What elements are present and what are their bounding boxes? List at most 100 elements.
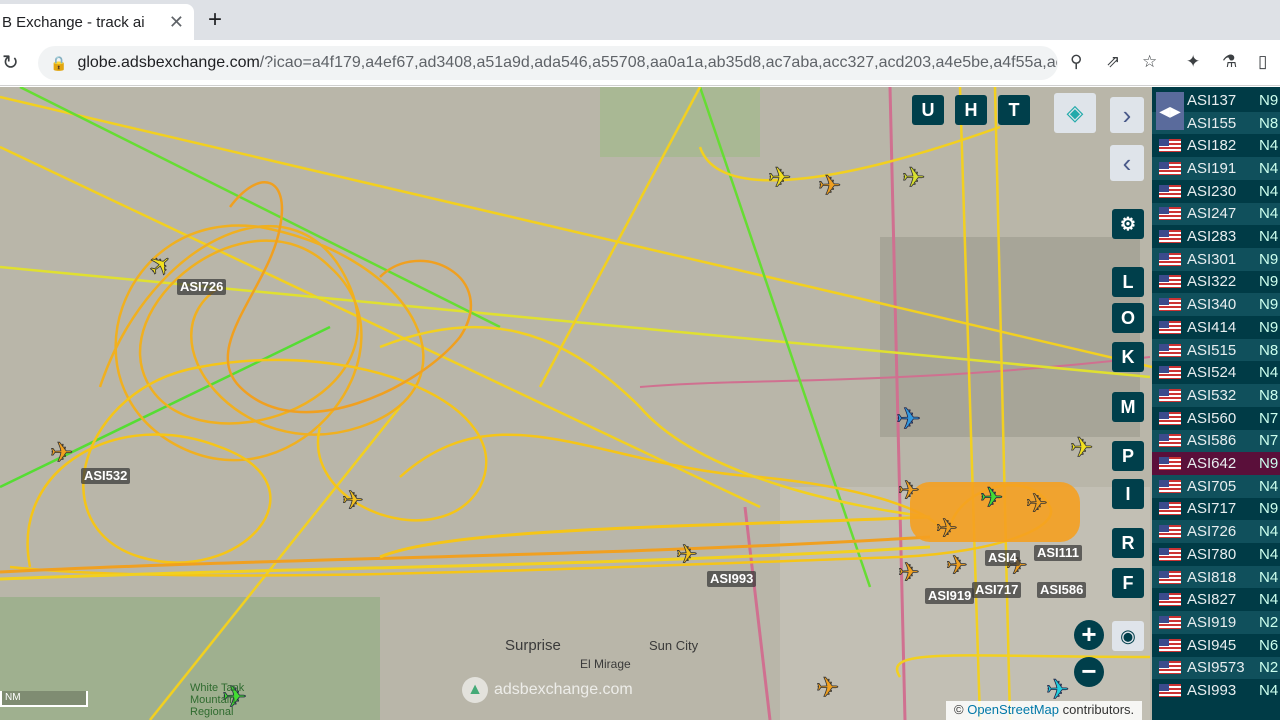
us-flag-icon	[1159, 638, 1181, 652]
registration-cell: N9	[1259, 500, 1279, 518]
aircraft-list-row[interactable]: ASI191 N4	[1152, 157, 1280, 180]
o-button[interactable]: O	[1112, 303, 1144, 333]
aircraft-list-row[interactable]: ASI532 N8	[1152, 384, 1280, 407]
reload-icon[interactable]: ↻	[2, 50, 19, 75]
expand-collapse-icon[interactable]: ◀▶	[1156, 92, 1184, 130]
aircraft-label[interactable]: ASI532	[81, 468, 131, 484]
aircraft-icon[interactable]: ✈	[1070, 432, 1094, 464]
callsign-cell: ASI515	[1187, 341, 1237, 359]
aircraft-list-row[interactable]: ASI642 N9	[1152, 452, 1280, 475]
aircraft-icon[interactable]: ✈	[818, 170, 842, 202]
aircraft-list-row[interactable]: ASI726 N4	[1152, 520, 1280, 543]
aircraft-icon[interactable]: ✈	[898, 557, 921, 588]
callsign-cell: ASI919	[1187, 613, 1237, 631]
lab-icon[interactable]: ⚗	[1222, 52, 1237, 72]
r-button[interactable]: R	[1112, 528, 1144, 558]
attribution: © OpenStreetMap contributors.	[946, 701, 1143, 720]
aircraft-list-row[interactable]: ASI515 N8	[1152, 338, 1280, 362]
aircraft-icon[interactable]: ✈	[902, 162, 926, 194]
callsign-cell: ASI191	[1187, 159, 1237, 177]
aircraft-list-row[interactable]: ASI945 N6	[1152, 634, 1280, 657]
aircraft-icon[interactable]: ✈	[676, 539, 699, 570]
sidepanel-icon[interactable]: ▯	[1258, 52, 1267, 72]
aircraft-label[interactable]: ASI586	[1037, 582, 1087, 598]
aircraft-icon[interactable]: ✈	[1026, 488, 1049, 519]
extensions-icon[interactable]: ✦	[1186, 52, 1200, 72]
aircraft-icon[interactable]: ✈	[946, 550, 969, 581]
aircraft-label[interactable]: ASI111	[1034, 545, 1082, 561]
aircraft-list-row[interactable]: ASI827 N4	[1152, 588, 1280, 611]
aircraft-list-row[interactable]: ASI340 N9	[1152, 293, 1280, 316]
location-icon[interactable]: ⚲	[1070, 52, 1082, 72]
u-button[interactable]: U	[912, 95, 944, 125]
registration-cell: N9	[1259, 318, 1279, 336]
aircraft-list-row[interactable]: ASI283 N4	[1152, 225, 1280, 248]
aircraft-icon[interactable]: ✈	[896, 403, 922, 437]
aircraft-list-row[interactable]: ASI993 N4	[1152, 679, 1280, 702]
aircraft-icon[interactable]: ✈	[980, 482, 1004, 514]
aircraft-list-row[interactable]: ASI586 N7	[1152, 429, 1280, 453]
us-flag-icon	[1159, 184, 1181, 198]
us-flag-icon	[1159, 343, 1181, 357]
layers-icon[interactable]: ◈	[1054, 93, 1096, 133]
url-input[interactable]: 🔒 globe.adsbexchange.com/?icao=a4f179,a4…	[38, 46, 1058, 80]
aircraft-list-row[interactable]: ASI717 N9	[1152, 498, 1280, 521]
us-flag-icon	[1159, 388, 1181, 402]
zoom-out-button[interactable]: −	[1074, 657, 1104, 687]
callsign-cell: ASI155	[1187, 114, 1237, 132]
aircraft-label[interactable]: ASI4	[985, 550, 1020, 566]
aircraft-list-row[interactable]: ASI524 N4	[1152, 361, 1280, 384]
registration-cell: N9	[1259, 455, 1279, 473]
share-icon[interactable]: ⇗	[1106, 52, 1120, 72]
f-button[interactable]: F	[1112, 568, 1144, 598]
aircraft-icon[interactable]: ✈	[141, 246, 180, 286]
aircraft-list-row[interactable]: ASI230 N4	[1152, 180, 1280, 203]
chevron-right-icon[interactable]: ›	[1110, 97, 1144, 133]
new-tab-button[interactable]: +	[208, 6, 222, 34]
osm-link[interactable]: OpenStreetMap	[967, 702, 1059, 717]
callsign-cell: ASI230	[1187, 182, 1237, 200]
l-button[interactable]: L	[1112, 267, 1144, 297]
aircraft-icon[interactable]: ✈	[50, 437, 74, 469]
aircraft-icon[interactable]: ✈	[898, 475, 921, 506]
chevron-left-icon[interactable]: ‹	[1110, 145, 1144, 181]
aircraft-list-row[interactable]: ASI780 N4	[1152, 543, 1280, 566]
callsign-cell: ASI532	[1187, 386, 1237, 404]
star-icon[interactable]: ☆	[1142, 52, 1157, 72]
k-button[interactable]: K	[1112, 342, 1144, 372]
h-button[interactable]: H	[955, 95, 987, 125]
aircraft-list-row[interactable]: ASI301 N9	[1152, 247, 1280, 271]
lock-icon[interactable]: 🔒	[50, 55, 67, 72]
aircraft-list-row[interactable]: ASI182 N4	[1152, 134, 1280, 157]
close-icon[interactable]: ✕	[169, 12, 184, 33]
aircraft-label[interactable]: ASI717	[972, 582, 1022, 598]
replay-icon[interactable]: ◉	[1112, 621, 1144, 651]
aircraft-list-row[interactable]: ASI560 N7	[1152, 407, 1280, 430]
helicopter-icon[interactable]: ✈	[816, 672, 840, 704]
aircraft-list-row[interactable]: ASI414 N9	[1152, 316, 1280, 339]
us-flag-icon	[1159, 411, 1181, 425]
aircraft-label[interactable]: ASI993	[707, 571, 757, 587]
m-button[interactable]: M	[1112, 392, 1144, 422]
browser-tab[interactable]: B Exchange - track ai ✕	[0, 4, 194, 40]
aircraft-icon[interactable]: ✈	[768, 162, 792, 194]
aircraft-list-row[interactable]: ASI818 N4	[1152, 565, 1280, 589]
aircraft-list-row[interactable]: ASI247 N4	[1152, 202, 1280, 226]
aircraft-label[interactable]: ASI919	[925, 588, 975, 604]
p-button[interactable]: P	[1112, 441, 1144, 471]
zoom-in-button[interactable]: +	[1074, 620, 1104, 650]
aircraft-icon[interactable]: ✈	[342, 485, 365, 516]
t-button[interactable]: T	[998, 95, 1030, 125]
aircraft-icon[interactable]: ✈	[936, 513, 959, 544]
us-flag-icon	[1159, 479, 1181, 493]
aircraft-list-row[interactable]: ASI705 N4	[1152, 474, 1280, 498]
map-canvas[interactable]: ✈ ✈ ✈ ✈ ✈ ✈ ✈ ✈ ✈ ✈ ✈ ✈ ✈ ✈ ✈ ✈ ✈ ✈ ✈ AS…	[0, 87, 1152, 720]
aircraft-list-row[interactable]: ASI322 N9	[1152, 271, 1280, 294]
us-flag-icon	[1159, 525, 1181, 539]
aircraft-list-row[interactable]: ASI9573 N2	[1152, 656, 1280, 680]
settings-gear-icon[interactable]: ⚙	[1112, 209, 1144, 239]
aircraft-label[interactable]: ASI726	[177, 279, 227, 295]
i-button[interactable]: I	[1112, 479, 1144, 509]
aircraft-list-row[interactable]: ASI919 N2	[1152, 611, 1280, 634]
town-label: White Tank Mountain Regional	[190, 682, 245, 718]
